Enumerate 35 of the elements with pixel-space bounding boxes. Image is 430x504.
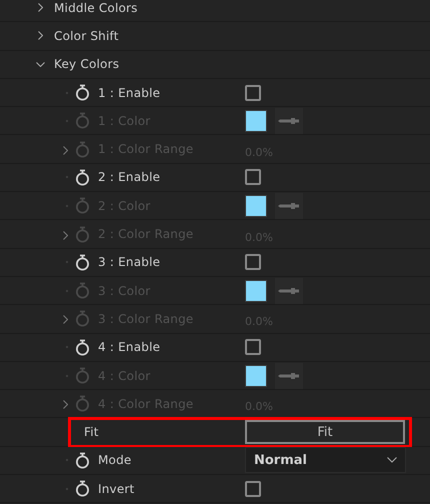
fit-button[interactable]: Fit (245, 420, 405, 444)
eyedropper-icon (278, 116, 300, 125)
property-label: 1 : Enable (98, 86, 160, 100)
chevron-icon[interactable] (38, 3, 43, 12)
eyedropper-icon (278, 372, 300, 380)
caret-icon (387, 457, 397, 464)
eyedropper-button[interactable] (275, 192, 303, 219)
group-label[interactable]: Key Colors (54, 57, 120, 72)
stopwatch-icon[interactable] (75, 84, 90, 102)
checkbox[interactable] (245, 84, 261, 101)
eyedropper-button[interactable] (275, 362, 303, 388)
stopwatch-icon[interactable] (75, 338, 90, 356)
group-label[interactable]: Middle Colors (54, 0, 138, 15)
eyedropper-icon (278, 286, 300, 295)
checkbox[interactable] (245, 339, 261, 356)
mode-dropdown[interactable]: Normal (245, 447, 406, 474)
checkbox[interactable] (245, 169, 261, 186)
group-label[interactable]: Color Shift (54, 28, 119, 43)
property-label: 4 : Enable (98, 340, 160, 354)
chevron-icon[interactable] (38, 31, 43, 40)
property-label: Fit (84, 425, 99, 440)
stopwatch-icon[interactable] (75, 480, 90, 498)
eyedropper-button[interactable] (275, 108, 303, 134)
eyedropper-icon (278, 202, 300, 210)
property-label: Mode (98, 453, 132, 468)
stopwatch-icon[interactable] (75, 452, 90, 469)
property-label: 3 : Enable (98, 255, 160, 270)
property-label: 2 : Enable (98, 170, 160, 184)
stopwatch-icon[interactable] (75, 254, 90, 271)
stopwatch-icon[interactable] (75, 168, 90, 186)
checkbox[interactable] (245, 254, 261, 270)
chevron-icon[interactable] (36, 62, 45, 67)
eyedropper-button[interactable] (275, 278, 303, 304)
checkbox[interactable] (245, 480, 261, 497)
property-label: Invert (98, 482, 134, 496)
